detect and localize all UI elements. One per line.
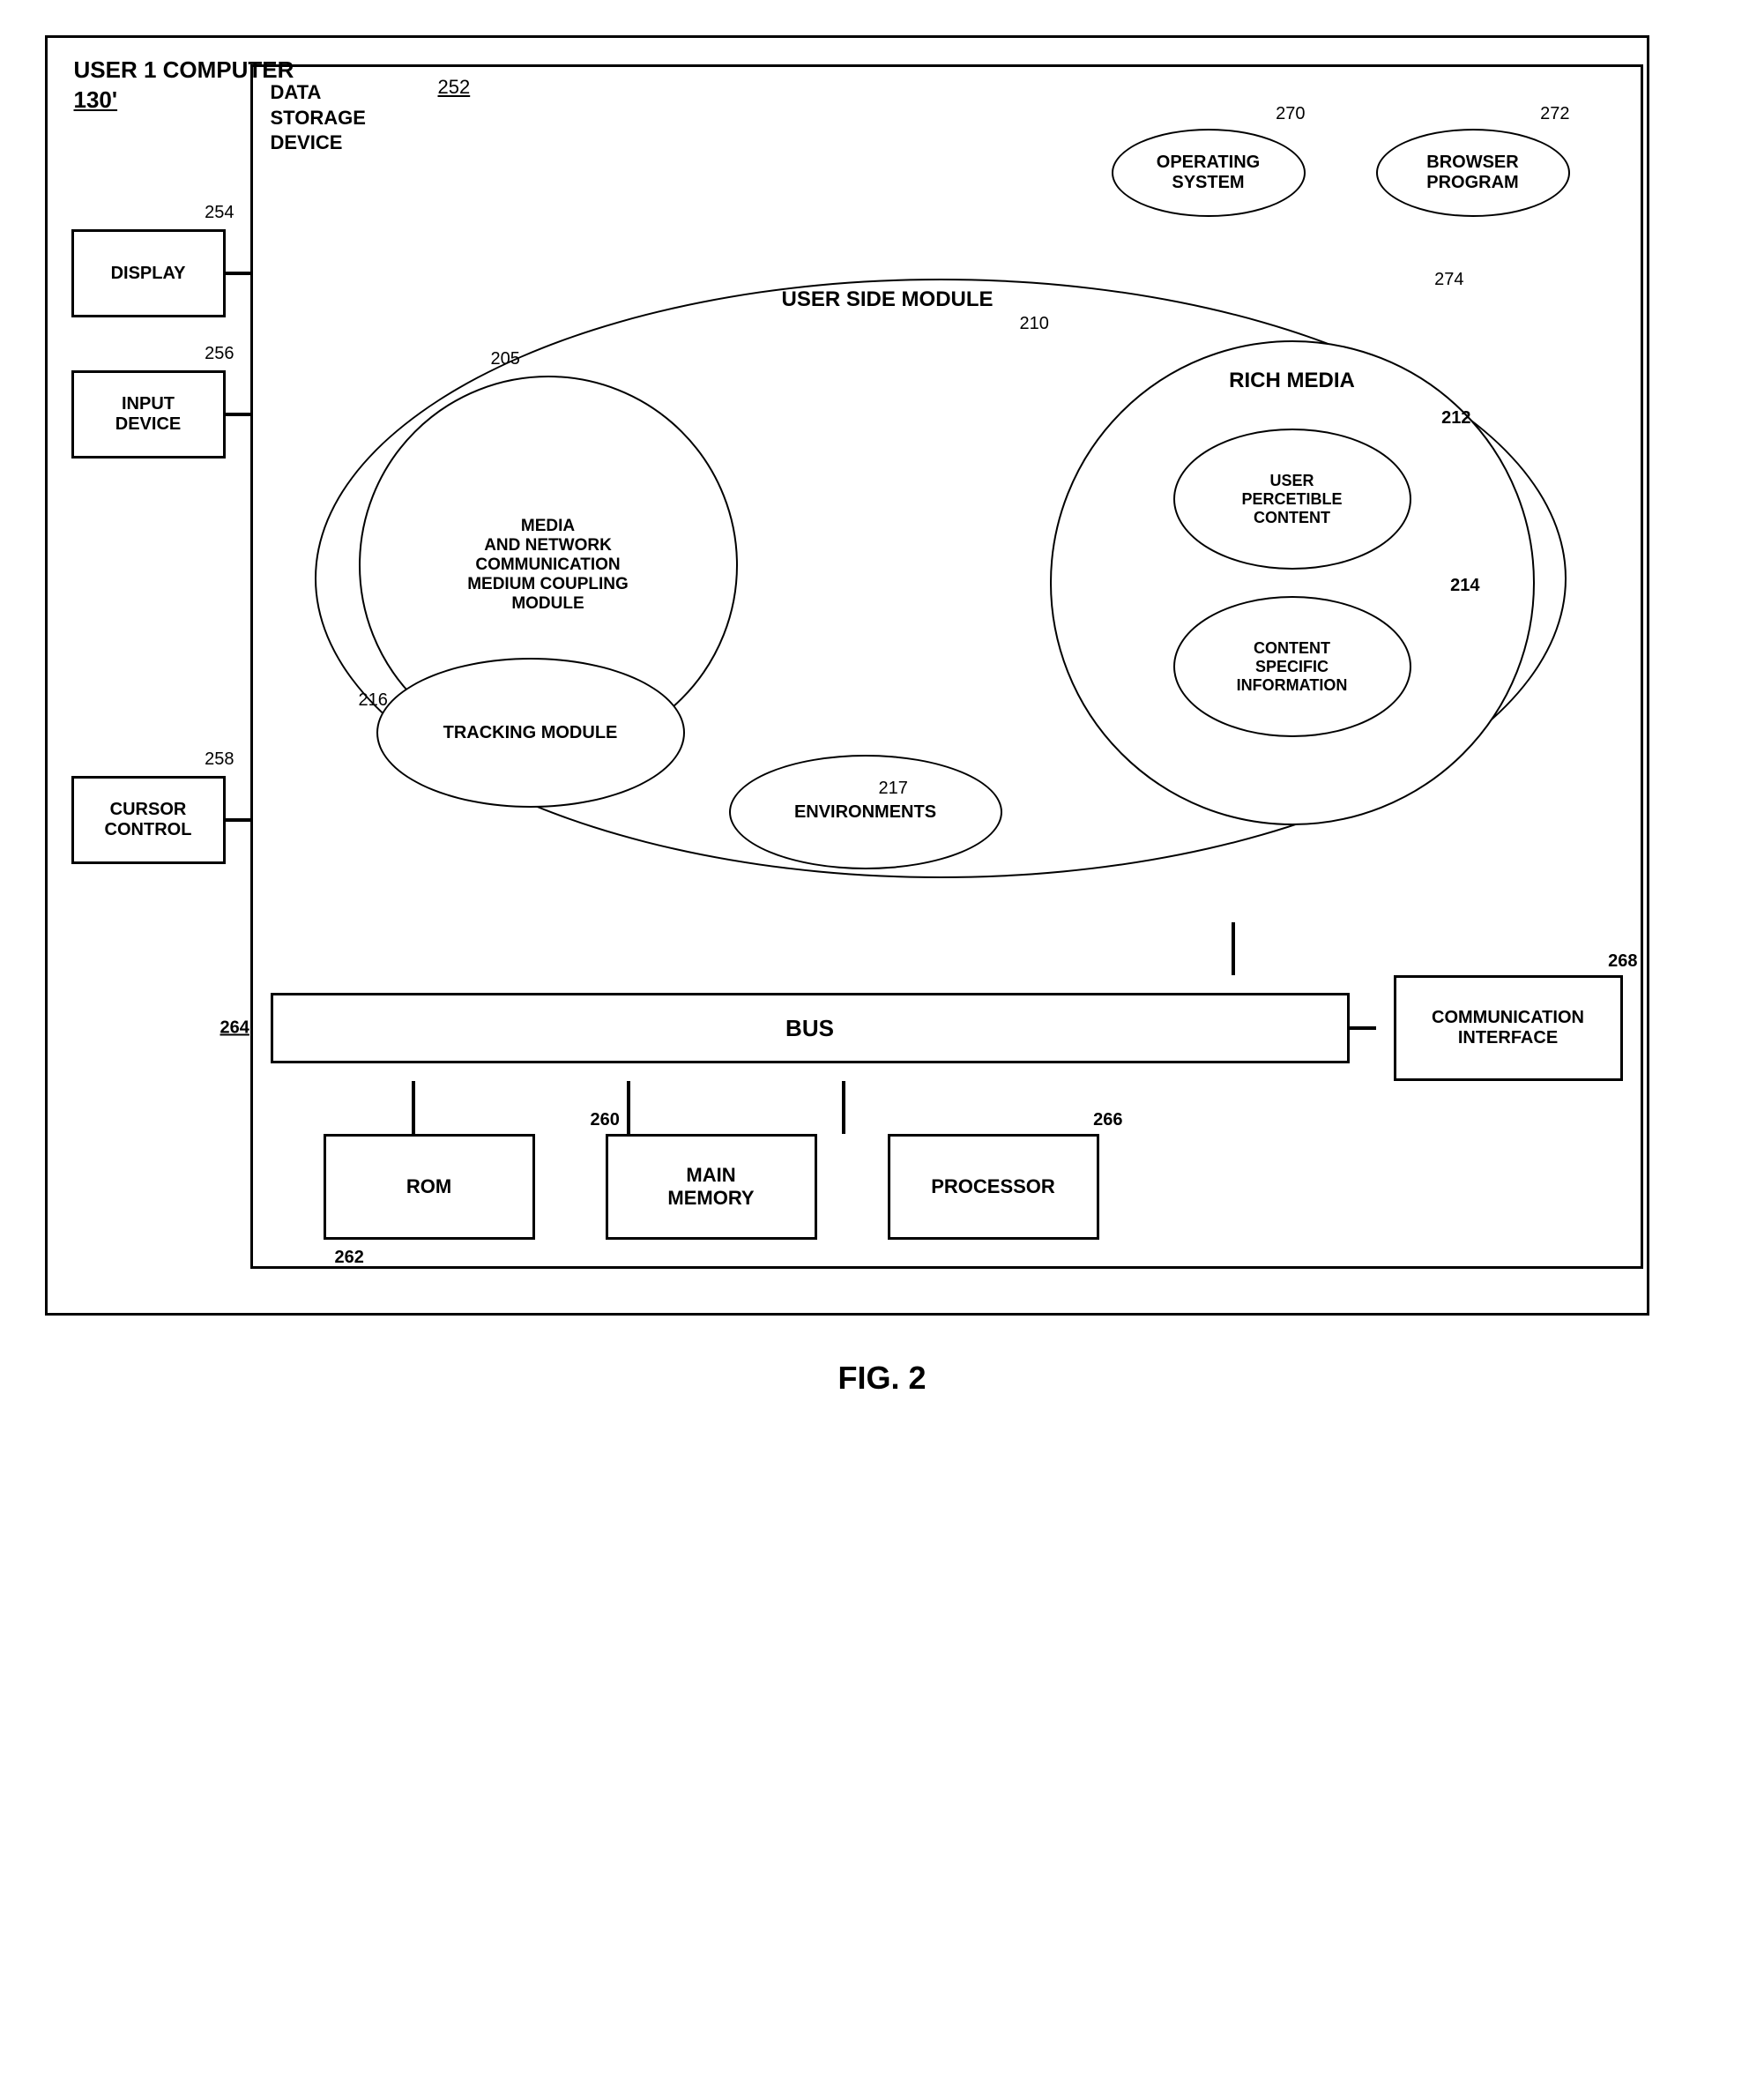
bus-box: 264 BUS [271, 993, 1350, 1063]
os-ellipse: OPERATING SYSTEM [1112, 129, 1306, 217]
data-storage-ref: 252 [438, 76, 471, 99]
storage-to-bus-connector [1232, 922, 1235, 975]
rom-label: ROM [406, 1175, 451, 1198]
os-ref: 270 [1276, 104, 1305, 124]
processor-label: PROCESSOR [931, 1175, 1055, 1198]
main-memory-ref: 260 [591, 1110, 620, 1130]
browser-label: BROWSER PROGRAM [1426, 153, 1518, 193]
figure-caption-text: FIG. 2 [837, 1360, 926, 1396]
content-specific-ref: 214 [1450, 576, 1479, 596]
environments-ellipse: ENVIRONMENTS [729, 755, 1002, 869]
computer-title-ref: 130' [74, 86, 118, 113]
processor-box: 266 PROCESSOR [888, 1134, 1099, 1240]
comm-interface-box: 268 COMMUNICATION INTERFACE [1394, 975, 1623, 1081]
rich-media-label: RICH MEDIA [1229, 369, 1355, 393]
rom-ref: 262 [335, 1248, 364, 1268]
tracking-label: TRACKING MODULE [443, 723, 618, 743]
bus-to-processor-connector [842, 1081, 845, 1134]
rom-box: ROM 262 [324, 1134, 535, 1240]
content-specific-ellipse: 214 CONTENT SPECIFIC INFORMATION [1173, 596, 1411, 737]
media-label: MEDIA AND NETWORK COMMUNICATION MEDIUM C… [467, 517, 629, 614]
environments-ref: 217 [879, 779, 908, 799]
data-storage-box: DATA STORAGE DEVICE 252 270 OPERATING SY… [250, 64, 1643, 1269]
processor-ref: 266 [1093, 1110, 1122, 1130]
os-label: OPERATING SYSTEM [1157, 153, 1260, 193]
tracking-ellipse: TRACKING MODULE [376, 658, 685, 808]
user-side-label: USER SIDE MODULE [782, 287, 994, 312]
comm-ref: 268 [1608, 951, 1637, 972]
data-storage-label: DATA STORAGE DEVICE [271, 80, 366, 156]
main-memory-label: MAIN MEMORY [667, 1164, 754, 1210]
bus-to-comm-connector [1350, 1026, 1376, 1030]
bus-ref: 264 [220, 1018, 249, 1039]
bus-label: BUS [785, 1015, 834, 1042]
os-ellipse-box: 270 OPERATING SYSTEM [1112, 129, 1306, 217]
memory-boxes-row: ROM 262 260 MAIN MEMORY 266 PROCESSOR [324, 1134, 1623, 1240]
browser-ellipse-box: 272 BROWSER PROGRAM [1376, 129, 1570, 217]
user-percep-ref: 212 [1441, 408, 1470, 429]
bus-row: 264 BUS 268 COMMUNICATION INTERFACE [271, 975, 1623, 1081]
environments-label: ENVIRONMENTS [794, 802, 936, 823]
browser-ellipse: BROWSER PROGRAM [1376, 129, 1570, 217]
computer-box: USER 1 COMPUTER 130' DATA STORAGE DEVICE… [45, 35, 1649, 1316]
user-percep-ellipse: 212 USER PERCETIBLE CONTENT [1173, 429, 1411, 570]
bus-to-memory-connector [627, 1081, 630, 1134]
bus-to-rom-connector [412, 1081, 415, 1134]
rich-media-ellipse: RICH MEDIA 212 USER PERCETIBLE CONTENT 2… [1050, 340, 1535, 825]
user-side-container: USER SIDE MODULE 274 MEDIA AND NETWORK C… [271, 243, 1623, 913]
browser-ref: 272 [1540, 104, 1569, 124]
rich-media-ref: 210 [1020, 314, 1049, 334]
media-ref: 205 [491, 349, 520, 369]
page-container: 254 DISPLAY 256 INPUT DEVICE 258 CURSOR … [45, 35, 1720, 1397]
top-ellipses-row: 270 OPERATING SYSTEM 272 BROWSER PROGRAM [465, 111, 1623, 217]
comm-label: COMMUNICATION INTERFACE [1432, 1008, 1584, 1048]
user-side-ref: 274 [1434, 270, 1463, 290]
tracking-ref: 216 [359, 690, 388, 711]
figure-caption: FIG. 2 [45, 1360, 1720, 1397]
main-memory-box: 260 MAIN MEMORY [606, 1134, 817, 1240]
diagram-wrapper: 254 DISPLAY 256 INPUT DEVICE 258 CURSOR … [45, 35, 1720, 1397]
